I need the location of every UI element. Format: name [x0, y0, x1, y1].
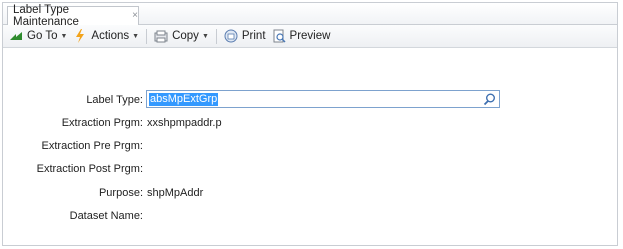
actions-label: Actions — [91, 30, 130, 42]
search-icon[interactable] — [482, 92, 496, 106]
chevron-down-icon: ▼ — [201, 32, 209, 40]
extraction-post-prgm-row: Extraction Post Prgm: — [3, 161, 147, 177]
goto-button[interactable]: Go To ▼ — [6, 27, 70, 46]
purpose-label: Purpose: — [98, 187, 143, 199]
label-type-value: absMpExtGrp — [149, 92, 219, 106]
preview-button[interactable]: Preview — [269, 27, 334, 46]
chevron-down-icon: ▼ — [60, 32, 68, 40]
copy-label: Copy — [172, 30, 199, 42]
dataset-name-row: Dataset Name: — [3, 208, 147, 224]
close-icon[interactable]: × — [132, 11, 138, 21]
toolbar: Go To ▼ Actions ▼ Copy ▼ Print Preview — [3, 25, 617, 48]
chevron-down-icon: ▼ — [132, 32, 140, 40]
label-type-input[interactable]: absMpExtGrp — [146, 90, 500, 108]
arrow-right-icon — [9, 29, 23, 43]
preview-label: Preview — [289, 30, 331, 42]
print-button[interactable]: Print — [221, 27, 269, 46]
print-label: Print — [241, 30, 266, 42]
extraction-prgm-value: xxshpmpaddr.p — [147, 117, 222, 129]
extraction-pre-prgm-label: Extraction Pre Prgm: — [41, 140, 143, 152]
purpose-value: shpMpAddr — [147, 187, 204, 199]
extraction-pre-prgm-row: Extraction Pre Prgm: — [3, 138, 147, 154]
preview-icon — [272, 29, 286, 43]
extraction-prgm-row: Extraction Prgm: xxshpmpaddr.p — [3, 115, 222, 131]
dataset-name-label: Dataset Name: — [69, 210, 143, 222]
window-frame: Label Type Maintenance × Go To ▼ Actions… — [2, 2, 618, 246]
lightning-icon — [73, 29, 87, 43]
toolbar-divider — [215, 28, 217, 44]
label-type-label: Label Type: — [86, 94, 143, 106]
label-type-row: Label Type: absMpExtGrp — [3, 90, 500, 108]
printer-icon — [224, 29, 238, 43]
extraction-post-prgm-label: Extraction Post Prgm: — [36, 163, 143, 175]
tab-strip: Label Type Maintenance × — [3, 3, 617, 28]
copy-icon — [154, 29, 168, 43]
toolbar-divider — [146, 28, 148, 44]
copy-button[interactable]: Copy ▼ — [151, 27, 212, 46]
extraction-prgm-label: Extraction Prgm: — [61, 117, 143, 129]
purpose-row: Purpose: shpMpAddr — [3, 185, 203, 201]
actions-button[interactable]: Actions ▼ — [70, 27, 142, 46]
tab-label-type-maintenance[interactable]: Label Type Maintenance × — [7, 4, 139, 28]
goto-label: Go To — [27, 30, 58, 42]
